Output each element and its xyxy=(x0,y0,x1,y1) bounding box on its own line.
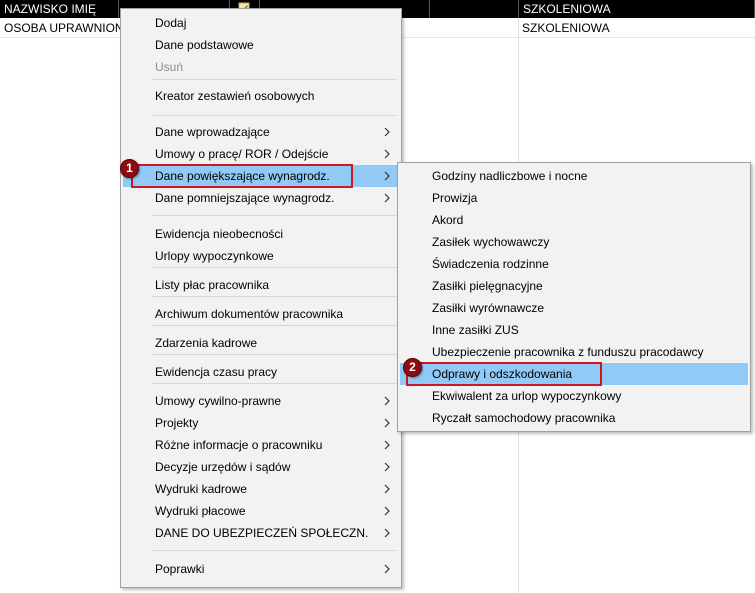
menu-item-label: Poprawki xyxy=(155,562,205,576)
submenu-item-ryczalt-samochodowy-pracownika[interactable]: Ryczałt samochodowy pracownika xyxy=(400,407,748,429)
menu-separator xyxy=(151,115,397,116)
menu-separator xyxy=(151,383,397,384)
submenu-item-zasilki-wyrownawcze[interactable]: Zasiłki wyrównawcze xyxy=(400,297,748,319)
menu-item-label: Dane pomniejszające wynagrodz. xyxy=(155,191,335,205)
submenu-item-label: Ekwiwalent za urlop wypoczynkowy xyxy=(432,389,622,403)
chevron-right-icon xyxy=(384,528,390,538)
menu-item-label: Kreator zestawień osobowych xyxy=(155,89,315,103)
chevron-right-icon xyxy=(384,484,390,494)
submenu-item-prowizja[interactable]: Prowizja xyxy=(400,187,748,209)
menu-item-label: Umowy o pracę/ ROR / Odejście xyxy=(155,147,329,161)
submenu-item-label: Inne zasiłki ZUS xyxy=(432,323,519,337)
menu-item-label: Urlopy wypoczynkowe xyxy=(155,249,274,263)
submenu-item-ubezpieczenie-pracownika-z-funduszu-pracodawcy[interactable]: Ubezpieczenie pracownika z funduszu prac… xyxy=(400,341,748,363)
column-header-name[interactable]: NAZWISKO IMIĘ xyxy=(0,0,119,18)
menu-item-label: Dodaj xyxy=(155,16,187,30)
menu-item-wydruki-kadrowe[interactable]: Wydruki kadrowe xyxy=(123,478,399,500)
chevron-right-icon xyxy=(384,127,390,137)
submenu-item-label: Godziny nadliczbowe i nocne xyxy=(432,169,588,183)
chevron-right-icon xyxy=(384,440,390,450)
menu-item-dane-pomniejszajace-wynagrodz[interactable]: Dane pomniejszające wynagrodz. xyxy=(123,187,399,209)
callout-box-step-2 xyxy=(406,362,602,386)
chevron-right-icon xyxy=(384,171,390,181)
menu-separator xyxy=(151,296,397,297)
submenu-item-inne-zasilki-zus[interactable]: Inne zasiłki ZUS xyxy=(400,319,748,341)
menu-separator xyxy=(151,267,397,268)
menu-separator xyxy=(151,550,397,551)
menu-separator xyxy=(151,215,397,216)
menu-item-label: Umowy cywilno-prawne xyxy=(155,394,282,408)
menu-item-wydruki-placowe[interactable]: Wydruki płacowe xyxy=(123,500,399,522)
menu-item-dane-wprowadzajace[interactable]: Dane wprowadzające xyxy=(123,121,399,143)
chevron-right-icon xyxy=(384,149,390,159)
column-header-training[interactable]: SZKOLENIOWA xyxy=(518,0,755,18)
submenu-item-label: Zasiłki pielęgnacyjne xyxy=(432,279,543,293)
menu-separator xyxy=(151,325,397,326)
submenu-salary-increasing: Godziny nadliczbowe i nocne Prowizja Akord… xyxy=(397,162,751,432)
submenu-item-akord[interactable]: Akord xyxy=(400,209,748,231)
menu-item-dodaj[interactable]: Dodaj xyxy=(123,12,399,34)
menu-item-decyzje-urzedow-i-sadow[interactable]: Decyzje urzędów i sądów xyxy=(123,456,399,478)
submenu-item-swiadczenia-rodzinne[interactable]: Świadczenia rodzinne xyxy=(400,253,748,275)
step-badge-1: 1 xyxy=(120,159,139,178)
menu-item-umowy-cywilno-prawne[interactable]: Umowy cywilno-prawne xyxy=(123,390,399,412)
callout-box-step-1 xyxy=(131,164,353,188)
menu-item-label: Wydruki płacowe xyxy=(155,504,246,518)
menu-item-label: Listy płac pracownika xyxy=(155,278,270,292)
row-cell-training: SZKOLENIOWA xyxy=(522,21,610,35)
submenu-item-zasilek-wychowawczy[interactable]: Zasiłek wychowawczy xyxy=(400,231,748,253)
menu-item-label: Ewidencja nieobecności xyxy=(155,227,284,241)
menu-item-label: Dane wprowadzające xyxy=(155,125,270,139)
submenu-item-label: Świadczenia rodzinne xyxy=(432,257,549,271)
menu-item-label: Różne informacje o pracowniku xyxy=(155,438,323,452)
menu-item-label: Zdarzenia kadrowe xyxy=(155,336,258,350)
submenu-item-label: Akord xyxy=(432,213,464,227)
chevron-right-icon xyxy=(384,396,390,406)
submenu-item-label: Zasiłki wyrównawcze xyxy=(432,301,545,315)
submenu-item-zasilki-pielegnacyjne[interactable]: Zasiłki pielęgnacyjne xyxy=(400,275,748,297)
submenu-item-label: Ubezpieczenie pracownika z funduszu prac… xyxy=(432,345,704,359)
menu-item-archiwum-dokumentow-pracownika[interactable]: Archiwum dokumentów pracownika xyxy=(123,303,399,325)
menu-item-kreator-zestawien-osobowych[interactable]: Kreator zestawień osobowych xyxy=(123,85,399,107)
menu-item-label: Archiwum dokumentów pracownika xyxy=(155,307,344,321)
menu-item-dane-do-ubezpieczen-spoleczn[interactable]: DANE DO UBEZPIECZEŃ SPOŁECZN. xyxy=(123,522,399,544)
menu-item-rozne-informacje-o-pracowniku[interactable]: Różne informacje o pracowniku xyxy=(123,434,399,456)
menu-item-usun: Usuń xyxy=(123,56,399,78)
chevron-right-icon xyxy=(384,564,390,574)
context-menu: Dodaj Dane podstawowe Usuń Kreator zestawie… xyxy=(120,8,402,588)
submenu-item-label: Prowizja xyxy=(432,191,478,205)
menu-item-umowy-o-prace-ror-odejscie[interactable]: Umowy o pracę/ ROR / Odejście xyxy=(123,143,399,165)
submenu-item-ekwiwalent-za-urlop-wypoczynkowy[interactable]: Ekwiwalent za urlop wypoczynkowy xyxy=(400,385,748,407)
chevron-right-icon xyxy=(384,418,390,428)
chevron-right-icon xyxy=(384,193,390,203)
menu-item-label: Dane podstawowe xyxy=(155,38,254,52)
menu-item-ewidencja-nieobecnosci[interactable]: Ewidencja nieobecności xyxy=(123,223,399,245)
menu-item-ewidencja-czasu-pracy[interactable]: Ewidencja czasu pracy xyxy=(123,361,399,383)
menu-item-label: Projekty xyxy=(155,416,199,430)
menu-item-label: Ewidencja czasu pracy xyxy=(155,365,278,379)
chevron-right-icon xyxy=(384,506,390,516)
menu-item-label: Wydruki kadrowe xyxy=(155,482,247,496)
menu-item-label: Decyzje urzędów i sądów xyxy=(155,460,291,474)
menu-item-zdarzenia-kadrowe[interactable]: Zdarzenia kadrowe xyxy=(123,332,399,354)
row-cell-name: OSOBA UPRAWNIONA xyxy=(4,21,125,35)
menu-separator xyxy=(151,79,397,80)
menu-separator xyxy=(151,354,397,355)
submenu-item-godziny-nadliczbowe-i-nocne[interactable]: Godziny nadliczbowe i nocne xyxy=(400,165,748,187)
menu-item-dane-podstawowe[interactable]: Dane podstawowe xyxy=(123,34,399,56)
submenu-item-label: Ryczałt samochodowy pracownika xyxy=(432,411,616,425)
menu-item-label: DANE DO UBEZPIECZEŃ SPOŁECZN. xyxy=(155,526,369,540)
step-badge-2: 2 xyxy=(403,358,422,377)
menu-item-listy-plac-pracownika[interactable]: Listy płac pracownika xyxy=(123,274,399,296)
menu-item-projekty[interactable]: Projekty xyxy=(123,412,399,434)
menu-item-label: Usuń xyxy=(155,60,184,74)
menu-item-poprawki[interactable]: Poprawki xyxy=(123,558,399,580)
menu-item-urlopy-wypoczynkowe[interactable]: Urlopy wypoczynkowe xyxy=(123,245,399,267)
submenu-item-label: Zasiłek wychowawczy xyxy=(432,235,550,249)
chevron-right-icon xyxy=(384,462,390,472)
